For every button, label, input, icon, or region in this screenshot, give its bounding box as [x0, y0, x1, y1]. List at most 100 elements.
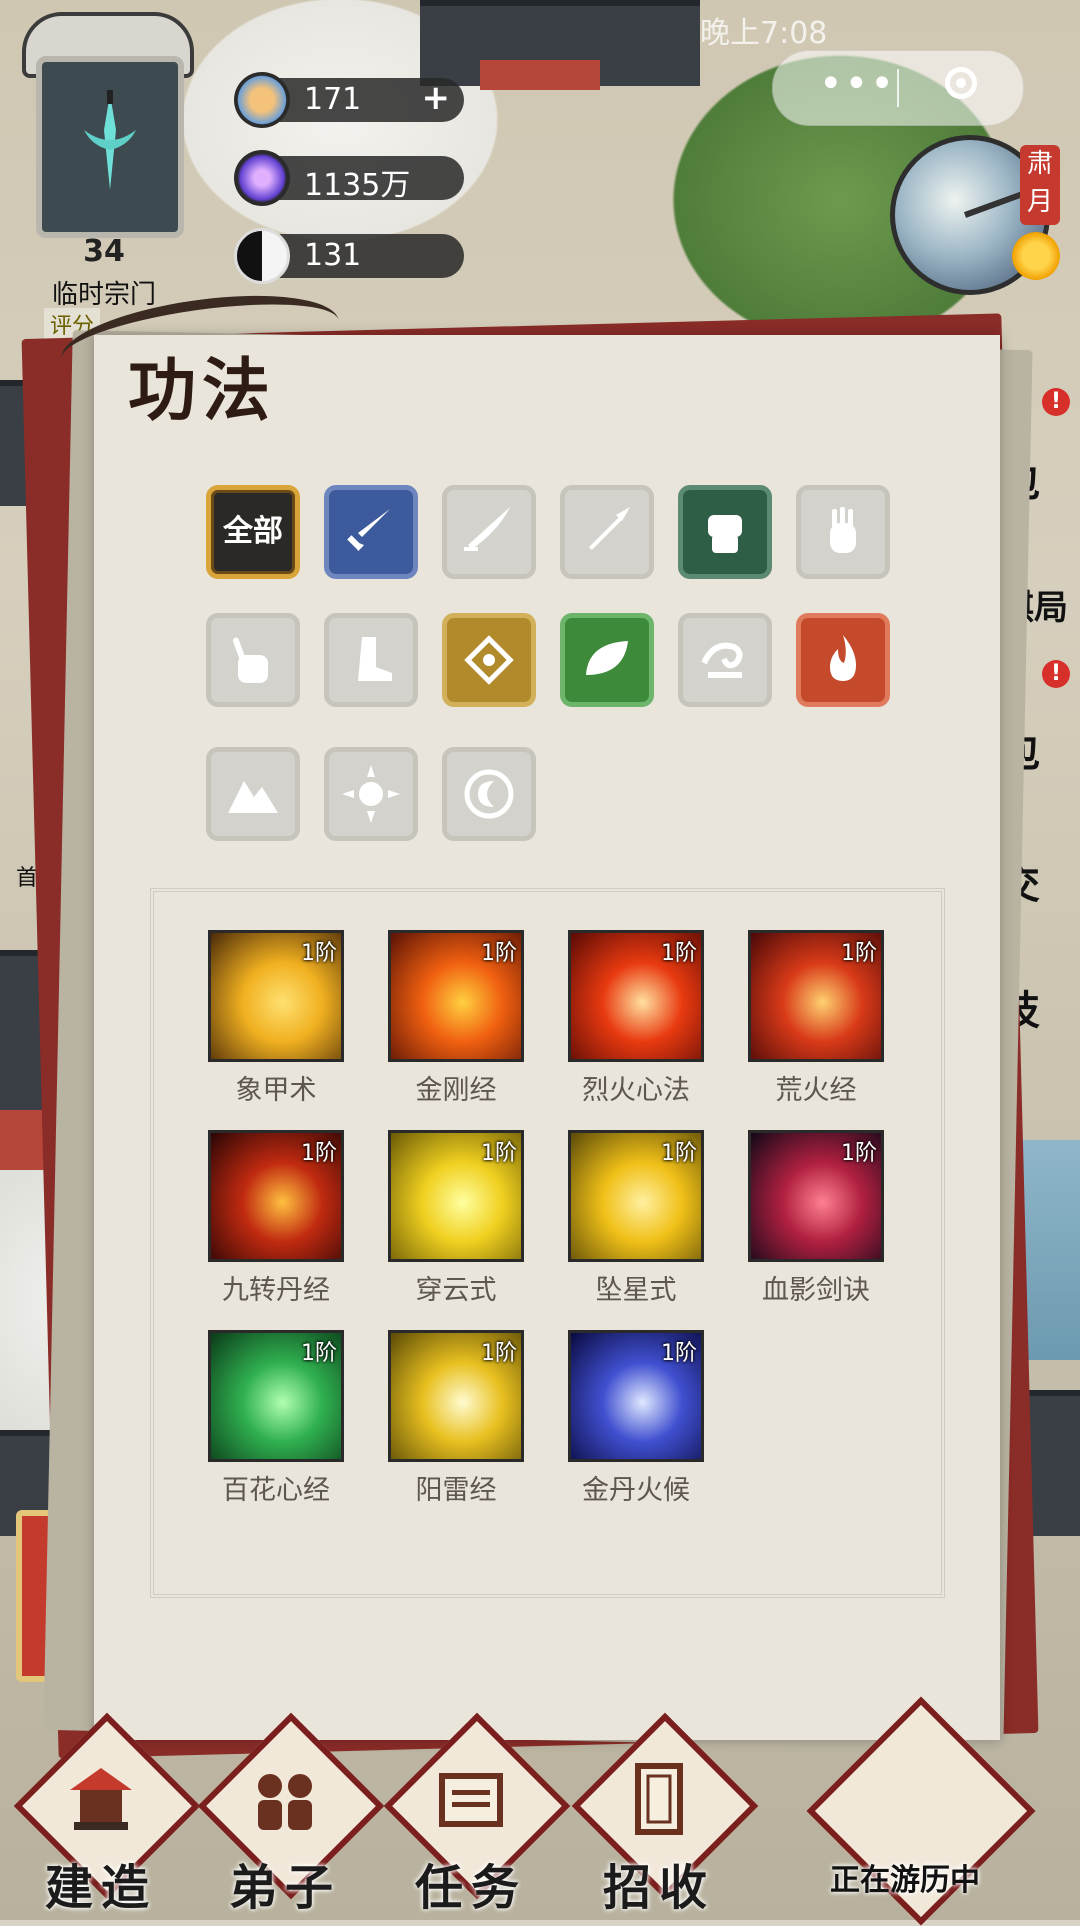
palm-icon — [830, 507, 856, 553]
skill-card[interactable]: 1阶烈火心法 — [568, 930, 704, 1107]
skill-card[interactable]: 1阶阳雷经 — [388, 1330, 524, 1507]
skill-icon: 1阶 — [388, 930, 524, 1062]
filter-blade-button[interactable] — [442, 485, 536, 579]
travel-status-button[interactable]: 正在游历中 — [800, 1696, 1050, 1926]
skill-name: 金丹火候 — [582, 1475, 690, 1506]
blade-icon — [464, 507, 510, 551]
invitation-icon — [635, 1763, 683, 1835]
skill-card[interactable]: 1阶金刚经 — [388, 930, 524, 1107]
skill-name: 金刚经 — [415, 1075, 497, 1106]
mountain-icon — [228, 781, 278, 813]
skill-card[interactable]: 1阶坠星式 — [568, 1130, 704, 1307]
travel-status-label: 正在游历中 — [830, 1863, 980, 1898]
filter-boot-button[interactable] — [324, 613, 418, 707]
sect-emblem-frame — [36, 56, 184, 238]
skill-name: 荒火经 — [775, 1075, 857, 1106]
skill-name: 坠星式 — [595, 1275, 677, 1306]
resource-value: 171 — [304, 82, 362, 117]
yin-yang-icon — [234, 228, 290, 284]
skill-tier: 1阶 — [661, 941, 697, 966]
resource-crystal: 1135万 — [234, 150, 464, 206]
skill-name: 血影剑诀 — [762, 1275, 870, 1306]
filter-moon-button[interactable] — [442, 747, 536, 841]
finger-icon — [232, 637, 268, 683]
filter-all-label: 全部 — [223, 514, 283, 549]
filter-fist-button[interactable] — [678, 485, 772, 579]
close-miniapp-button[interactable] — [945, 67, 977, 99]
nav-disciples-button[interactable]: 弟子 — [197, 1712, 385, 1920]
fire-icon — [830, 635, 856, 681]
skill-icon: 1阶 — [208, 930, 344, 1062]
miniapp-capsule: ••• — [772, 50, 1024, 126]
skill-card[interactable]: 1阶血影剑诀 — [748, 1130, 884, 1307]
skill-card[interactable]: 1阶金丹火候 — [568, 1330, 704, 1507]
more-menu-button[interactable]: ••• — [819, 61, 896, 107]
skill-icon: 1阶 — [568, 930, 704, 1062]
resource-spirit-stone: 171 + — [234, 72, 464, 128]
filter-palm-button[interactable] — [796, 485, 890, 579]
filter-wind-button[interactable] — [678, 613, 772, 707]
skill-tier: 1阶 — [661, 1141, 697, 1166]
notification-dot: ! — [1042, 660, 1070, 688]
nav-label: 招收 — [602, 1860, 715, 1916]
sect-badge[interactable]: 34 临时宗门 评分 — [14, 12, 194, 340]
capsule-divider — [897, 69, 899, 107]
filter-all-button[interactable]: 全部 — [206, 485, 300, 579]
skill-icon: 1阶 — [208, 1130, 344, 1262]
panel-title: 功法 — [128, 351, 277, 431]
skill-name: 烈火心法 — [582, 1075, 690, 1106]
skill-tier: 1阶 — [661, 1341, 697, 1366]
skill-icon: 1阶 — [388, 1330, 524, 1462]
skill-tier: 1阶 — [301, 1341, 337, 1366]
skill-card[interactable]: 1阶 穿云式 — [388, 1130, 524, 1307]
skill-tier: 1阶 — [481, 1141, 517, 1166]
sword-icon — [347, 509, 390, 551]
filter-sword-button[interactable] — [324, 485, 418, 579]
sun-icon — [342, 765, 400, 823]
skill-card[interactable]: 1阶百花心经 — [208, 1330, 344, 1507]
skill-name: 九转丹经 — [222, 1275, 330, 1306]
skill-tier: 1阶 — [301, 1141, 337, 1166]
skill-name: 象甲术 — [235, 1075, 317, 1106]
filter-talisman-button[interactable] — [442, 613, 536, 707]
filter-spear-button[interactable] — [560, 485, 654, 579]
skill-card[interactable]: 1阶九转丹经 — [208, 1130, 344, 1307]
skill-name: 百花心经 — [222, 1475, 330, 1506]
status-bar-time: 晚上7:08 — [700, 16, 828, 51]
moon-icon — [464, 769, 514, 819]
skill-tier: 1阶 — [841, 941, 877, 966]
sun-icon — [1012, 232, 1060, 280]
nav-build-button[interactable]: 建造 — [13, 1712, 201, 1920]
sect-level: 34 — [83, 234, 125, 269]
skill-tier: 1阶 — [481, 941, 517, 966]
skill-tier: 1阶 — [841, 1141, 877, 1166]
filter-mountain-button[interactable] — [206, 747, 300, 841]
nav-tasks-button[interactable]: 任务 — [383, 1712, 571, 1920]
skill-icon: 1阶 — [388, 1130, 524, 1262]
scroll-icon — [439, 1773, 503, 1827]
skill-icon: 1阶 — [568, 1330, 704, 1462]
spirit-stone-icon — [234, 72, 290, 128]
pavilion-icon — [70, 1768, 132, 1830]
filter-finger-button[interactable] — [206, 613, 300, 707]
filter-sun-button[interactable] — [324, 747, 418, 841]
notification-dot: ! — [1042, 388, 1070, 416]
filter-leaf-button[interactable] — [560, 613, 654, 707]
skill-icon: 1阶 — [208, 1330, 344, 1462]
wind-icon — [701, 642, 743, 678]
talisman-icon — [464, 635, 514, 685]
skill-icon: 1阶 — [568, 1130, 704, 1262]
resource-value: 131 — [304, 238, 362, 273]
skill-name: 阳雷经 — [415, 1475, 497, 1506]
skill-card[interactable]: 1阶荒火经 — [748, 930, 884, 1107]
skill-tier: 1阶 — [481, 1341, 517, 1366]
filter-fire-button[interactable] — [796, 613, 890, 707]
skill-card[interactable]: 1阶象甲术 — [208, 930, 344, 1107]
nav-recruit-button[interactable]: 招收 — [571, 1712, 759, 1920]
leaf-icon — [586, 641, 628, 675]
nav-label: 建造 — [44, 1860, 157, 1916]
building-wall — [480, 60, 600, 90]
add-resource-button[interactable]: + — [422, 78, 451, 118]
sword-emblem-icon — [84, 90, 136, 190]
nav-label: 弟子 — [228, 1860, 341, 1916]
